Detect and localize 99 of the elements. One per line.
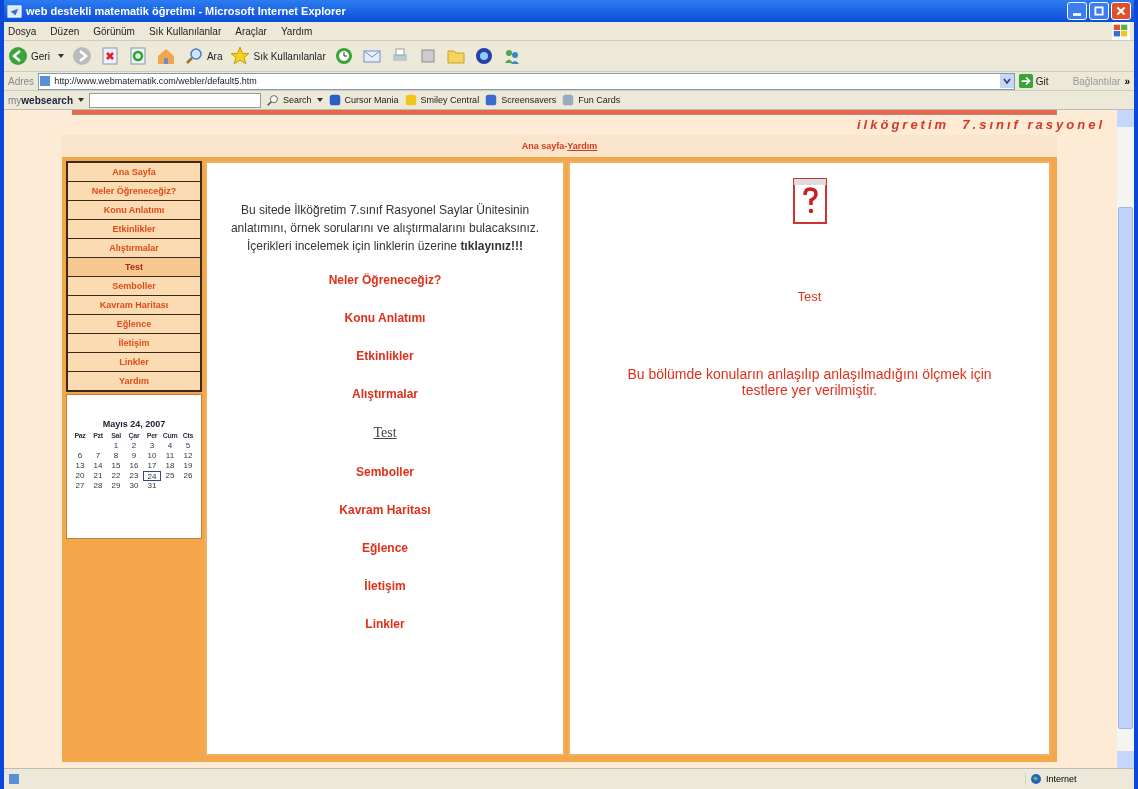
close-button[interactable] <box>1111 2 1131 20</box>
menu-item[interactable]: Yardım <box>280 25 313 37</box>
calendar-day[interactable]: 1 <box>107 441 125 451</box>
dropdown-arrow-icon[interactable] <box>57 54 64 58</box>
minimize-icon <box>1073 13 1081 16</box>
minimize-button[interactable] <box>1067 2 1087 20</box>
calendar-day[interactable]: 10 <box>143 451 161 461</box>
search-button[interactable]: Ara <box>183 46 223 66</box>
home-icon[interactable] <box>155 46 176 66</box>
search-icon <box>266 93 281 107</box>
maximize-button[interactable] <box>1089 2 1109 20</box>
window-title: web destekli matematik öğretimi - Microsoft Internet Explorer <box>26 5 347 17</box>
content-link[interactable]: İletişim <box>364 579 406 593</box>
more-button[interactable]: » <box>1124 75 1130 87</box>
calendar-day[interactable]: 12 <box>179 451 197 461</box>
calendar-day[interactable]: 20 <box>71 471 89 481</box>
calendar-day[interactable]: 11 <box>161 451 179 461</box>
calendar-day[interactable]: 23 <box>125 471 143 481</box>
calendar-day[interactable]: 31 <box>143 481 161 491</box>
windows-logo-icon <box>1112 22 1130 40</box>
calendar-day[interactable]: 27 <box>71 481 89 491</box>
favorites-button[interactable]: Sık Kullanılanlar <box>230 46 326 66</box>
menu-item[interactable]: Sık Kullanılanlar <box>148 25 222 37</box>
calendar-day[interactable]: 25 <box>161 471 179 481</box>
toolbar-link[interactable]: Cursor Mania <box>327 93 399 107</box>
stop-icon[interactable] <box>99 46 120 66</box>
content-link[interactable]: Etkinlikler <box>356 349 414 363</box>
calendar-day[interactable]: 8 <box>107 451 125 461</box>
calendar-day[interactable]: 3 <box>143 441 161 451</box>
arrow-icon <box>1018 74 1033 88</box>
menu-item[interactable]: Görünüm <box>93 25 135 37</box>
back-button[interactable]: Geri <box>8 46 50 66</box>
star-icon <box>230 46 251 66</box>
scrollbar[interactable] <box>1117 110 1134 768</box>
calendar-day[interactable]: 9 <box>125 451 143 461</box>
calendar-day[interactable]: 28 <box>89 481 107 491</box>
refresh-icon[interactable] <box>127 46 148 66</box>
content-link[interactable]: Semboller <box>356 465 414 479</box>
calendar-day[interactable]: 5 <box>179 441 197 451</box>
app-icon <box>484 93 499 107</box>
section-description: Bu bölümde konuların anlaşılıp anlaşılmadığını ölçmek için testlere yer verilmiştir. <box>626 366 993 398</box>
search-field[interactable] <box>89 92 262 108</box>
calendar-day[interactable]: 7 <box>89 451 107 461</box>
calendar-day[interactable]: 13 <box>71 461 89 471</box>
content-link[interactable]: Neler Öğreneceğiz? <box>328 273 442 287</box>
banner-title: ilkögretim 7.sınıf rasyonel <box>857 117 1105 132</box>
page-icon <box>8 773 20 785</box>
calendar-day[interactable]: 30 <box>125 481 143 491</box>
section-title: Test <box>797 289 822 304</box>
address-label: Adres <box>8 75 35 87</box>
globe-icon <box>1030 773 1042 785</box>
close-icon <box>1114 5 1128 17</box>
menu-item[interactable]: Düzen <box>50 25 80 37</box>
calendar-day[interactable]: 17 <box>143 461 161 471</box>
toolbar-link[interactable]: Fun Cards <box>561 93 621 107</box>
websearch-logo: mywebsearch <box>8 94 74 106</box>
menu-item[interactable]: Araçlar <box>235 25 267 37</box>
calendar-day[interactable]: 4 <box>161 441 179 451</box>
dropdown-arrow-icon[interactable] <box>78 98 85 102</box>
calendar-day[interactable]: 6 <box>71 451 89 461</box>
intro-paragraph: Bu sitede İlköğretim 7.sınıf Rasyonel Saylar Ünitesinin anlatımını, örnek sorularını ve alıştırmalarını bulacaksınız. İçerikleri incelemek için linklerin üzerine tıklayınız!!! <box>229 202 541 255</box>
calendar-title: Mayıs 24, 2007 <box>102 419 166 429</box>
toolbar-link[interactable]: Screensavers <box>484 93 557 107</box>
dropdown-arrow-icon[interactable] <box>316 98 323 102</box>
help-link[interactable]: Yardım <box>567 141 598 151</box>
content-link[interactable]: Eğlence <box>362 541 408 555</box>
app-icon <box>327 93 342 107</box>
maximize-icon <box>1092 5 1106 17</box>
content-link[interactable]: Linkler <box>365 617 405 631</box>
zone-indicator: Internet <box>1025 773 1130 785</box>
calendar-day[interactable]: 15 <box>107 461 125 471</box>
content-link[interactable]: Test <box>373 425 397 441</box>
calendar-day[interactable]: 16 <box>125 461 143 471</box>
calendar-day[interactable]: 19 <box>179 461 197 471</box>
calendar-day[interactable]: 14 <box>89 461 107 471</box>
go-button[interactable]: Git <box>1018 74 1049 88</box>
toolbar-link[interactable]: Smiley Central <box>403 93 480 107</box>
calendar-day[interactable]: 22 <box>107 471 125 481</box>
calendar-day[interactable]: 24 <box>143 471 161 481</box>
forward-icon[interactable] <box>71 46 92 66</box>
calendar-day[interactable]: 21 <box>89 471 107 481</box>
content-link[interactable]: Kavram Haritası <box>339 503 431 517</box>
browser-icon <box>7 3 22 19</box>
history-icon[interactable] <box>333 46 354 66</box>
breadcrumb: Ana sayfa-Yardım <box>521 141 598 151</box>
app-icon <box>561 93 576 107</box>
sidebar-item[interactable]: Test <box>68 258 200 277</box>
calendar-day[interactable]: 26 <box>179 471 197 481</box>
content-link[interactable]: Alıştırmalar <box>352 387 418 401</box>
app-icon <box>403 93 418 107</box>
content-link[interactable]: Konu Anlatımı <box>344 311 426 325</box>
address-field[interactable]: http://www.webmatematik.com/webler/default5.htm <box>38 72 1015 90</box>
calendar-day[interactable]: 2 <box>125 441 143 451</box>
menu-item[interactable]: Dosya <box>8 25 37 37</box>
calendar-day[interactable]: 18 <box>161 461 179 471</box>
globe-icon[interactable] <box>473 46 494 66</box>
search-button[interactable]: Search <box>266 93 312 107</box>
page-icon <box>39 75 52 87</box>
calendar-day[interactable]: 29 <box>107 481 125 491</box>
